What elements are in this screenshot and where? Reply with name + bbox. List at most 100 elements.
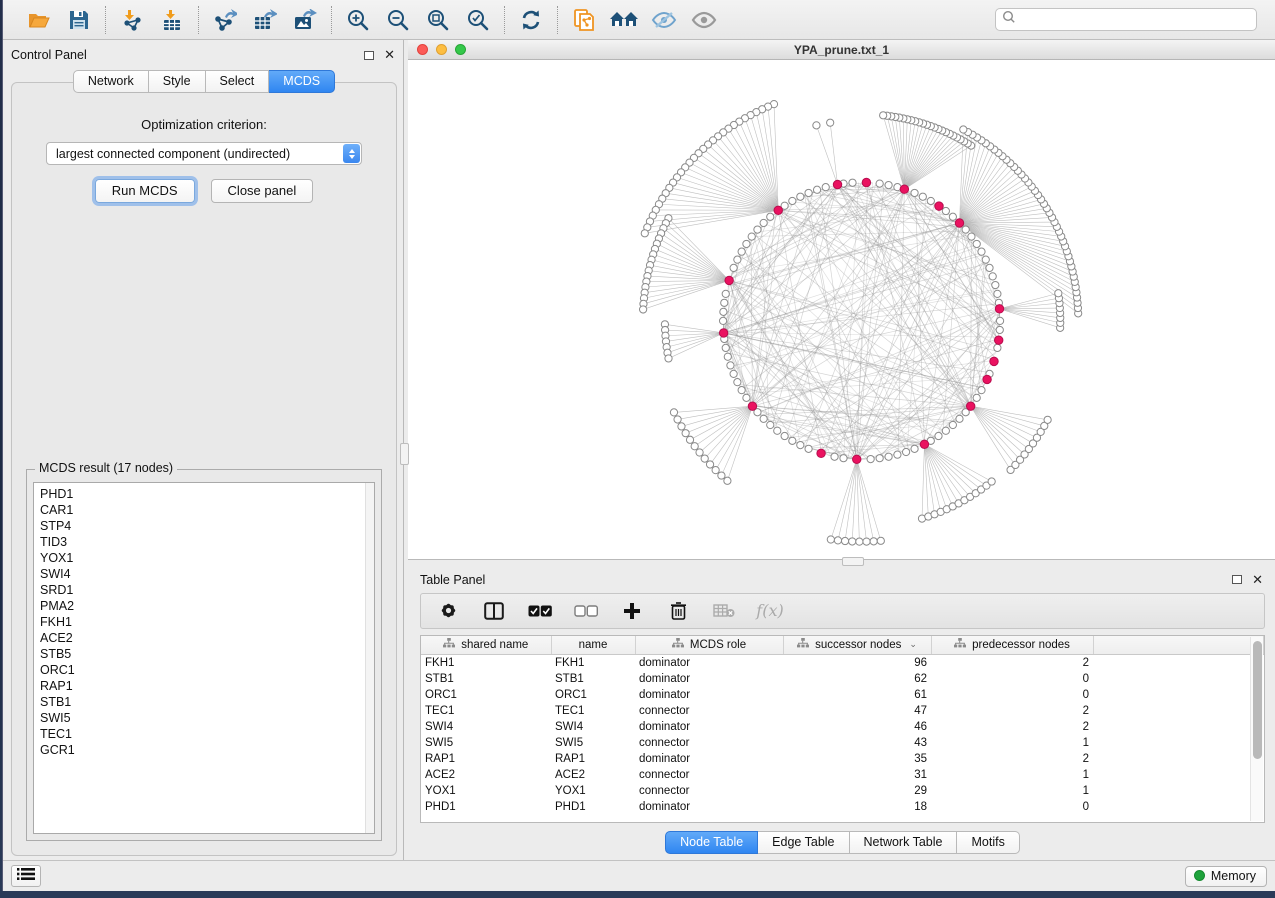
mcds-result-item[interactable]: FKH1 — [40, 614, 374, 630]
ring-node[interactable] — [885, 453, 892, 460]
mcds-node[interactable] — [935, 202, 943, 210]
ring-node[interactable] — [942, 427, 949, 434]
leaf-node[interactable] — [696, 449, 703, 456]
first-neighbors-button[interactable] — [608, 5, 640, 35]
table-cell[interactable]: dominator — [635, 671, 783, 687]
mcds-node[interactable] — [900, 185, 908, 193]
table-cell[interactable]: TEC1 — [551, 703, 635, 719]
table-cell[interactable]: PHD1 — [551, 799, 635, 815]
mcds-result-item[interactable]: TID3 — [40, 534, 374, 550]
leaf-node[interactable] — [712, 467, 719, 474]
table-row[interactable]: YOX1YOX1connector291 — [421, 783, 1264, 799]
criterion-select[interactable]: largest connected component (undirected) — [46, 142, 362, 165]
leaf-node[interactable] — [856, 538, 863, 545]
vertical-splitter[interactable] — [403, 40, 408, 860]
ring-node[interactable] — [994, 344, 1001, 351]
mcds-result-item[interactable]: STP4 — [40, 518, 374, 534]
splitter-grip[interactable] — [842, 557, 864, 566]
leaf-node[interactable] — [674, 416, 681, 423]
table-row[interactable]: PHD1PHD1dominator180 — [421, 799, 1264, 815]
search-input[interactable] — [1016, 13, 1250, 27]
mcds-result-item[interactable]: SWI4 — [40, 566, 374, 582]
leaf-node[interactable] — [960, 126, 967, 133]
tab-network[interactable]: Network — [73, 70, 149, 93]
mcds-node[interactable] — [920, 440, 928, 448]
table-cell[interactable]: dominator — [635, 799, 783, 815]
table-cell[interactable]: 0 — [931, 687, 1093, 703]
select-all-button[interactable] — [527, 596, 553, 626]
ring-node[interactable] — [805, 445, 812, 452]
ring-node[interactable] — [996, 326, 1003, 333]
leaf-node[interactable] — [640, 306, 647, 313]
mcds-result-item[interactable]: ACE2 — [40, 630, 374, 646]
column-header-shared-name[interactable]: shared name — [421, 636, 551, 655]
table-cell[interactable]: connector — [635, 703, 783, 719]
mcds-result-item[interactable]: PMA2 — [40, 598, 374, 614]
ring-node[interactable] — [956, 415, 963, 422]
ring-node[interactable] — [719, 317, 726, 324]
ring-node[interactable] — [927, 197, 934, 204]
tab-node-table[interactable]: Node Table — [665, 831, 758, 854]
ring-node[interactable] — [894, 451, 901, 458]
show-all-button[interactable] — [688, 5, 720, 35]
mcds-node[interactable] — [833, 180, 841, 188]
network-graph[interactable] — [408, 60, 1275, 559]
ring-node[interactable] — [789, 197, 796, 204]
ring-node[interactable] — [978, 248, 985, 255]
delete-column-button[interactable] — [665, 596, 691, 626]
ring-node[interactable] — [721, 299, 728, 306]
duplicate-network-button[interactable] — [568, 5, 600, 35]
ring-node[interactable] — [767, 213, 774, 220]
table-cell[interactable]: dominator — [635, 687, 783, 703]
leaf-node[interactable] — [988, 478, 995, 485]
ring-node[interactable] — [743, 240, 750, 247]
table-row[interactable]: SWI5SWI5connector431 — [421, 735, 1264, 751]
save-button[interactable] — [63, 5, 95, 35]
leaf-node[interactable] — [1044, 416, 1051, 423]
table-scrollbar[interactable] — [1250, 637, 1263, 821]
ring-node[interactable] — [902, 448, 909, 455]
ring-node[interactable] — [813, 186, 820, 193]
table-cell[interactable]: 31 — [783, 767, 931, 783]
leaf-node[interactable] — [678, 423, 685, 430]
table-cell[interactable]: 1 — [931, 767, 1093, 783]
table-cell[interactable]: connector — [635, 767, 783, 783]
mcds-result-item[interactable]: STB1 — [40, 694, 374, 710]
leaf-node[interactable] — [641, 230, 648, 237]
network-canvas-area[interactable] — [408, 60, 1275, 559]
ring-node[interactable] — [885, 181, 892, 188]
table-cell[interactable]: 43 — [783, 735, 931, 751]
close-panel-button[interactable]: Close panel — [211, 179, 314, 203]
ring-node[interactable] — [986, 264, 993, 271]
mcds-node[interactable] — [853, 455, 861, 463]
table-cell[interactable]: ORC1 — [551, 687, 635, 703]
ring-node[interactable] — [734, 379, 741, 386]
ring-node[interactable] — [754, 226, 761, 233]
mcds-node[interactable] — [862, 178, 870, 186]
ring-node[interactable] — [760, 219, 767, 226]
ring-node[interactable] — [849, 179, 856, 186]
task-history-button[interactable] — [11, 865, 41, 887]
ring-node[interactable] — [730, 264, 737, 271]
ring-node[interactable] — [767, 421, 774, 428]
mcds-result-item[interactable]: SWI5 — [40, 710, 374, 726]
table-cell[interactable]: TEC1 — [421, 703, 551, 719]
mcds-node[interactable] — [719, 329, 727, 337]
ring-node[interactable] — [831, 453, 838, 460]
table-cell[interactable]: 47 — [783, 703, 931, 719]
tab-select[interactable]: Select — [206, 70, 270, 93]
ring-node[interactable] — [734, 256, 741, 263]
table-cell[interactable]: 0 — [931, 671, 1093, 687]
table-cell[interactable]: dominator — [635, 655, 783, 671]
add-column-button[interactable] — [619, 596, 645, 626]
leaf-node[interactable] — [877, 537, 884, 544]
table-cell[interactable]: 0 — [931, 799, 1093, 815]
table-cell[interactable]: 29 — [783, 783, 931, 799]
leaf-node[interactable] — [834, 537, 841, 544]
ring-node[interactable] — [822, 184, 829, 191]
leaf-node[interactable] — [691, 443, 698, 450]
table-cell[interactable]: PHD1 — [421, 799, 551, 815]
ring-node[interactable] — [949, 421, 956, 428]
table-cell[interactable]: dominator — [635, 719, 783, 735]
hide-selected-button[interactable] — [648, 5, 680, 35]
